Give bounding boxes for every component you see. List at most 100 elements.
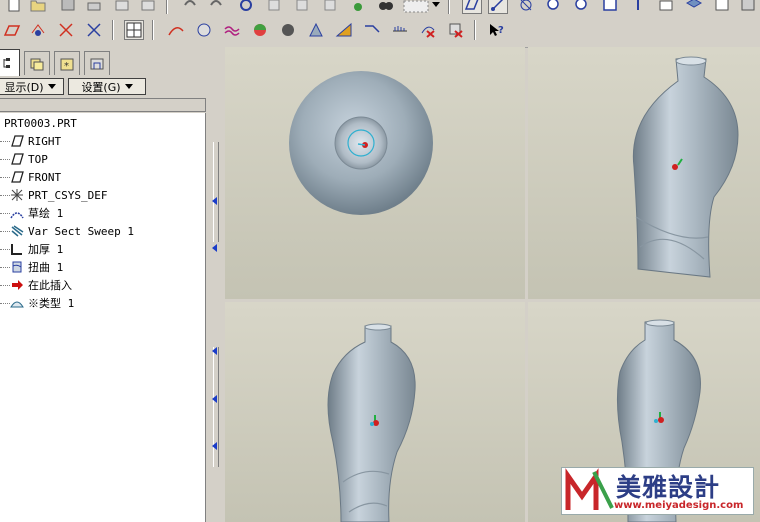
tree-item-front[interactable]: FRONT xyxy=(0,168,200,186)
tree-menu-bar: 显示(D) 设置(G) xyxy=(0,77,207,97)
slope-analysis-icon[interactable] xyxy=(334,20,354,40)
collapse-arrow-icon[interactable] xyxy=(212,442,217,450)
datum-plane-icon xyxy=(11,153,24,165)
sketch-plane-icon[interactable] xyxy=(2,20,22,40)
print-icon[interactable] xyxy=(84,0,104,14)
tree-connector xyxy=(0,195,10,196)
reflection-analysis-icon[interactable] xyxy=(278,20,298,40)
redo-icon[interactable] xyxy=(206,0,226,14)
tab-connections[interactable] xyxy=(84,51,110,75)
csys-origin-marker xyxy=(373,420,379,426)
viewport-top-view[interactable] xyxy=(225,47,525,299)
model-render-top xyxy=(289,71,433,215)
section-analysis-icon[interactable] xyxy=(194,20,214,40)
datum-axis-toggle-icon[interactable] xyxy=(488,0,508,14)
tree-item-warp[interactable]: 扭曲 1 xyxy=(0,258,200,276)
paste-special-icon[interactable] xyxy=(320,0,340,14)
display-style-icon[interactable] xyxy=(738,0,758,14)
splitter-grip xyxy=(213,142,219,242)
tree-item-insert-here[interactable]: 在此插入 xyxy=(0,276,200,294)
toolbar-separator xyxy=(112,20,114,40)
axis-snap-icon[interactable] xyxy=(84,20,104,40)
tab-favorites[interactable]: * xyxy=(54,51,80,75)
model-tree: PRT0003.PRT RIGHT TOP FRONT PRT_CSYS_DEF… xyxy=(0,113,206,522)
undo-icon[interactable] xyxy=(180,0,200,14)
draft-analysis-icon[interactable] xyxy=(306,20,326,40)
tree-connector xyxy=(0,249,10,250)
svg-text:*: * xyxy=(64,61,69,72)
find-binoculars-icon[interactable] xyxy=(376,0,396,14)
new-file-icon[interactable] xyxy=(4,0,24,14)
tree-item-label: 在此插入 xyxy=(28,279,72,292)
curvature-analysis-icon[interactable] xyxy=(166,20,186,40)
show-dropdown-button[interactable]: 显示(D) xyxy=(0,78,64,95)
zoom-out-icon[interactable] xyxy=(572,0,592,14)
panel-splitter[interactable] xyxy=(207,47,225,522)
watermark-url: www.meiyadesign.com xyxy=(614,500,744,511)
model-display-grid-icon[interactable] xyxy=(124,20,144,40)
collapse-arrow-icon[interactable] xyxy=(212,395,217,403)
tree-item-right[interactable]: RIGHT xyxy=(0,132,200,150)
layers-icon[interactable] xyxy=(684,0,704,14)
zoom-in-icon[interactable] xyxy=(544,0,564,14)
send-link-icon[interactable] xyxy=(138,0,158,14)
dihedral-analysis-icon[interactable] xyxy=(362,20,382,40)
collapse-arrow-icon[interactable] xyxy=(212,244,217,252)
tab-folder-browser[interactable] xyxy=(24,51,50,75)
tree-item-top[interactable]: TOP xyxy=(0,150,200,168)
selection-filter-icon[interactable] xyxy=(402,0,430,14)
save-icon[interactable] xyxy=(58,0,78,14)
viewport-iso-view[interactable] xyxy=(528,47,760,299)
tree-item-var-sect-sweep[interactable]: Var Sect Sweep 1 xyxy=(0,222,200,240)
tree-item-csys[interactable]: PRT_CSYS_DEF xyxy=(0,186,200,204)
model-render-front xyxy=(327,323,416,522)
paste-icon[interactable] xyxy=(292,0,312,14)
selection-filter-dropdown-icon[interactable] xyxy=(430,0,442,14)
var-sect-sweep-icon xyxy=(11,225,24,237)
delete-all-analyses-icon[interactable] xyxy=(446,20,466,40)
saved-views-icon[interactable] xyxy=(656,0,676,14)
tree-item-label: 扭曲 1 xyxy=(28,261,64,274)
main-toolbar: ? xyxy=(0,0,760,48)
toolbar-separator xyxy=(474,20,476,40)
delete-analysis-icon[interactable] xyxy=(418,20,438,40)
viewport-front-view[interactable] xyxy=(225,302,525,522)
reorient-icon[interactable] xyxy=(628,0,648,14)
sketch-view-icon[interactable] xyxy=(28,20,48,40)
collapse-arrow-icon[interactable] xyxy=(212,197,217,205)
tree-item-sketch[interactable]: 草绘 1 xyxy=(0,204,200,222)
chevron-down-icon xyxy=(47,84,56,89)
copy-icon[interactable] xyxy=(264,0,284,14)
context-help-icon[interactable]: ? xyxy=(486,20,506,40)
send-mail-icon[interactable] xyxy=(112,0,132,14)
refit-icon[interactable] xyxy=(600,0,620,14)
regenerate-icon[interactable] xyxy=(236,0,256,14)
tab-model-tree[interactable] xyxy=(0,49,20,76)
datum-plane-icon xyxy=(11,171,24,183)
view-manager-icon[interactable] xyxy=(712,0,732,14)
offset-analysis-icon[interactable] xyxy=(222,20,242,40)
tree-connector xyxy=(0,177,10,178)
datum-point-toggle-icon[interactable] xyxy=(516,0,536,14)
tree-item-style[interactable]: ※类型 1 xyxy=(0,294,200,312)
toolbar-separator xyxy=(448,0,450,14)
navigator-tabs: * xyxy=(0,49,207,76)
toolbar-row-bottom: ? xyxy=(0,20,760,42)
point-snap-icon[interactable] xyxy=(56,20,76,40)
settings-dropdown-button[interactable]: 设置(G) xyxy=(68,78,146,95)
csys-axis-x xyxy=(357,143,366,146)
open-folder-icon[interactable] xyxy=(28,0,48,14)
tree-item-label: PRT0003.PRT xyxy=(4,116,77,130)
curvature-comb-icon[interactable] xyxy=(390,20,410,40)
shaded-curvature-icon[interactable] xyxy=(250,20,270,40)
csys-origin-marker xyxy=(658,417,664,423)
tree-item-label: 草绘 1 xyxy=(28,207,64,220)
datum-plane-toggle-icon[interactable] xyxy=(462,0,482,14)
model-player-icon[interactable] xyxy=(348,0,368,14)
collapse-arrow-icon[interactable] xyxy=(212,347,217,355)
thicken-icon xyxy=(11,244,22,255)
tree-item-root[interactable]: PRT0003.PRT xyxy=(4,114,204,132)
settings-dropdown-label: 设置(G) xyxy=(81,80,121,94)
tree-item-thicken[interactable]: 加厚 1 xyxy=(0,240,200,258)
watermark-logo: 美雅設計 www.meiyadesign.com xyxy=(561,467,754,515)
